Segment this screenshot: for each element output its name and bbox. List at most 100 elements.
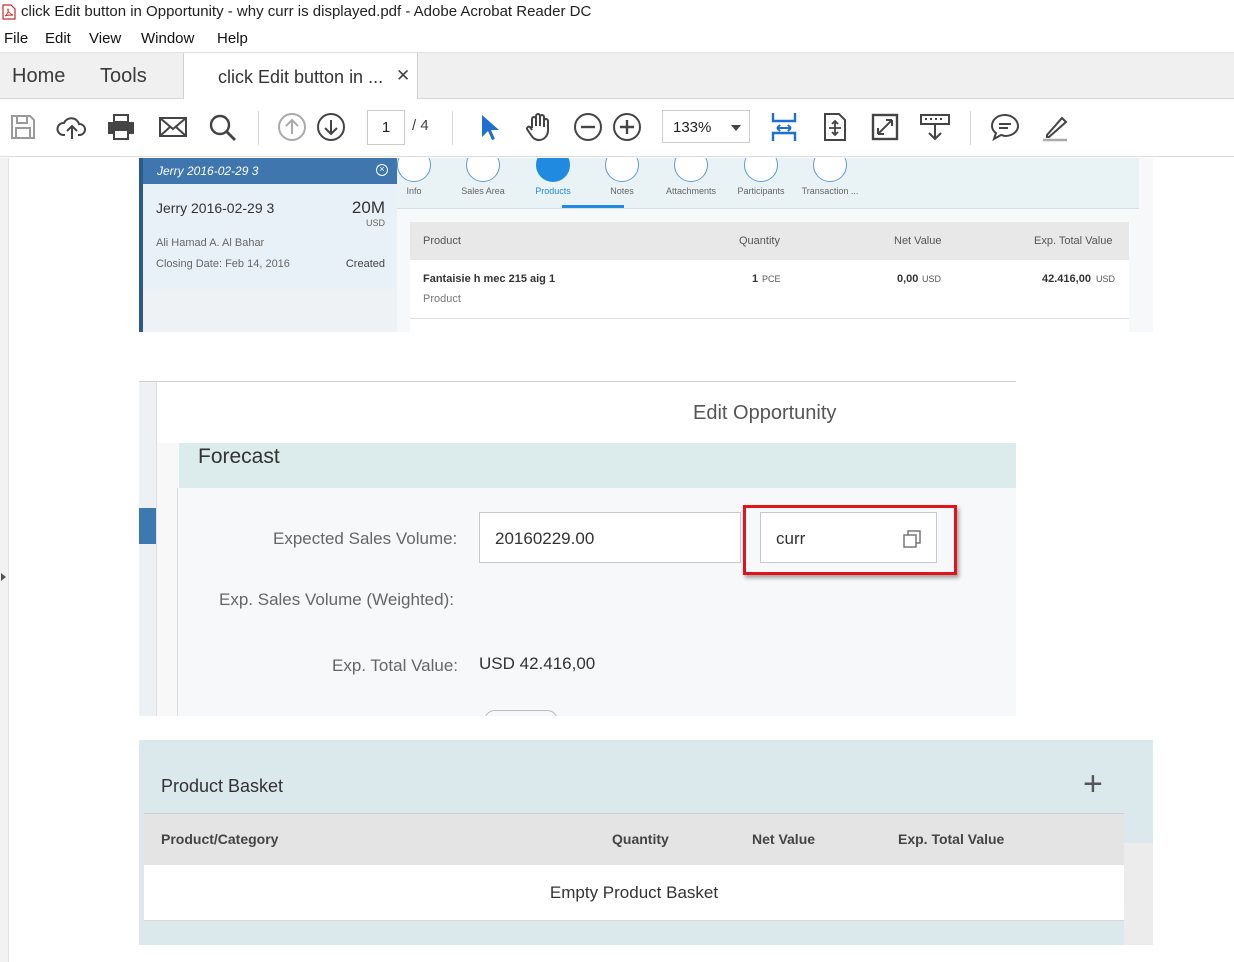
status-badge: Created <box>345 258 385 270</box>
paperclip-icon <box>674 158 708 182</box>
side-column <box>139 382 157 716</box>
products-table: Product Quantity Net Value Exp. Total Va… <box>410 222 1129 332</box>
highlight-annotation <box>743 505 957 575</box>
transaction-icon <box>813 158 847 182</box>
tab-participants: Participants <box>726 158 796 196</box>
cloud-upload-icon[interactable] <box>56 111 88 143</box>
opportunity-card: Jerry 2016-02-29 3 × Jerry 2016-02-29 3 … <box>143 158 398 289</box>
tab-bar: Home Tools click Edit button in ... ✕ <box>0 52 1234 100</box>
zoom-out-icon[interactable] <box>572 111 604 143</box>
comment-icon[interactable] <box>989 111 1021 143</box>
total-value-unit: USD <box>1096 274 1116 284</box>
highlight-icon[interactable] <box>1039 111 1071 143</box>
section-header: Forecast <box>156 443 1016 488</box>
column-header-product: Product <box>423 235 461 247</box>
column-header-product-category: Product/Category <box>161 831 279 847</box>
tab-icon-bar: Info Sales Area Products Notes Attachmen… <box>397 158 1139 209</box>
tab-label: Transaction ... <box>801 186 859 196</box>
expected-sales-label: Expected Sales Volume: <box>273 529 458 548</box>
toolbar: 1 / 4 133% <box>0 99 1234 157</box>
toolbar-separator <box>452 111 453 145</box>
side-button <box>139 508 156 544</box>
net-value: 0,00 <box>897 273 919 285</box>
notes-icon <box>605 158 639 182</box>
close-tab-icon[interactable]: ✕ <box>396 66 410 86</box>
active-tab-underline <box>562 205 624 208</box>
column-header-total-value: Exp. Total Value <box>1034 235 1113 247</box>
org-chart-icon <box>466 158 500 182</box>
embedded-screenshot-edit-opportunity: Edit Opportunity Forecast Expected Sales… <box>139 381 1016 716</box>
select-cursor-icon[interactable] <box>472 111 504 143</box>
left-gutter <box>156 443 179 716</box>
menu-view[interactable]: View <box>89 30 121 47</box>
tab-home[interactable]: Home <box>12 65 65 88</box>
basket-table-header: Product/Category Quantity Net Value Exp.… <box>144 813 1124 866</box>
column-header-net-value: Net Value <box>894 235 942 247</box>
card-header-title: Jerry 2016-02-29 3 <box>157 164 259 178</box>
zoom-value: 133% <box>673 119 712 136</box>
read-mode-icon[interactable] <box>919 111 951 143</box>
title-bar: click Edit button in Opportunity - why c… <box>0 0 1234 26</box>
toolbar-separator <box>258 111 259 145</box>
embedded-screenshot-product-basket: Product Basket + Product/Category Quanti… <box>139 740 1153 945</box>
fit-page-icon[interactable] <box>768 111 800 143</box>
tab-products: Products <box>518 158 588 196</box>
menu-file[interactable]: File <box>4 30 28 47</box>
chevron-down-icon <box>731 125 741 131</box>
email-icon[interactable] <box>157 111 189 143</box>
expand-pane-icon[interactable] <box>1 573 6 581</box>
product-type: Product <box>423 293 461 305</box>
weighted-sales-label: Exp. Sales Volume (Weighted): <box>219 590 454 609</box>
tab-label: Participants <box>737 186 785 196</box>
navigation-pane-edge[interactable] <box>0 158 9 962</box>
divider <box>139 381 1016 382</box>
column-header-quantity: Quantity <box>739 235 780 247</box>
tab-transaction: Transaction ... <box>795 158 865 196</box>
search-icon[interactable] <box>206 111 238 143</box>
cart-icon <box>536 158 570 182</box>
tab-notes: Notes <box>587 158 657 196</box>
closing-date: Closing Date: Feb 14, 2016 <box>156 258 290 270</box>
menu-help[interactable]: Help <box>217 30 248 47</box>
page-number-input[interactable]: 1 <box>367 110 405 145</box>
print-icon[interactable] <box>105 111 137 143</box>
previous-page-icon[interactable] <box>276 111 308 143</box>
column-header-quantity: Quantity <box>612 831 669 847</box>
detail-panel: Info Sales Area Products Notes Attachmen… <box>397 158 1153 332</box>
account-name: Ali Hamad A. Al Bahar <box>156 237 265 249</box>
net-value-unit: USD <box>922 274 942 284</box>
tab-tools[interactable]: Tools <box>100 65 147 88</box>
full-screen-icon[interactable] <box>869 111 901 143</box>
empty-basket-message: Empty Product Basket <box>144 865 1124 921</box>
zoom-select[interactable]: 133% <box>662 110 750 143</box>
people-icon <box>744 158 778 182</box>
page-total: / 4 <box>412 117 429 134</box>
tab-label: Attachments <box>665 186 717 196</box>
total-value: 42.416,00 <box>1042 273 1091 285</box>
save-icon[interactable] <box>7 111 39 143</box>
total-value: USD 42.416,00 <box>479 654 596 673</box>
zoom-in-icon[interactable] <box>611 111 643 143</box>
tab-label: Sales Area <box>461 186 505 196</box>
menu-bar: File Edit View Window Help <box>0 28 1234 52</box>
opportunity-amount: 20M <box>351 198 385 217</box>
product-name: Fantaisie h mec 215 aig 1 <box>423 273 556 285</box>
tab-info: Info <box>379 158 449 196</box>
menu-edit[interactable]: Edit <box>45 30 71 47</box>
hand-tool-icon[interactable] <box>522 111 554 143</box>
scroll-mode-icon[interactable] <box>819 111 851 143</box>
tab-document[interactable]: click Edit button in ... ✕ <box>183 53 418 100</box>
total-value-label: Exp. Total Value: <box>332 656 459 675</box>
table-row: Fantaisie h mec 215 aig 1 Product 1 PCE … <box>410 260 1129 319</box>
quantity-value: 1 <box>752 273 759 285</box>
toolbar-separator <box>970 111 971 145</box>
quantity-unit: PCE <box>762 274 781 284</box>
window-title: click Edit button in Opportunity - why c… <box>21 3 592 20</box>
tab-label: Info <box>406 186 422 196</box>
opportunity-name: Jerry 2016-02-29 3 <box>156 200 275 216</box>
add-icon: + <box>1083 765 1103 803</box>
next-page-icon[interactable] <box>315 111 347 143</box>
section-title: Forecast <box>198 445 280 468</box>
dialog-title: Edit Opportunity <box>693 402 837 424</box>
menu-window[interactable]: Window <box>141 30 194 47</box>
